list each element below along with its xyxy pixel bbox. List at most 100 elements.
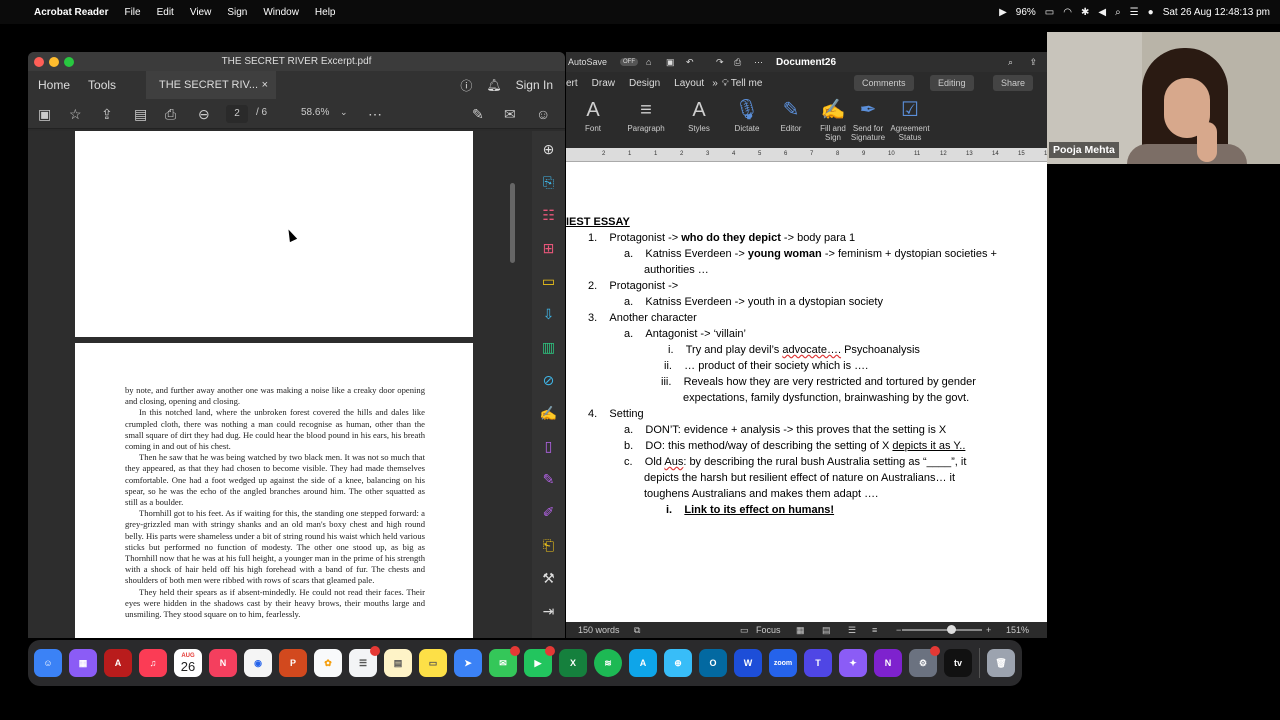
play-icon[interactable]: ▶ (999, 7, 1007, 18)
proofing-icon[interactable]: ⧉ (634, 625, 640, 636)
zoom-in-icon[interactable]: + (986, 625, 991, 635)
compress-icon[interactable]: ▥ (539, 337, 559, 357)
collapse-rail-icon[interactable]: ⇥ (539, 601, 559, 621)
share-button[interactable]: Share (993, 75, 1034, 91)
print-icon[interactable]: ⎙ (165, 106, 176, 123)
comments-button[interactable]: Comments (854, 75, 914, 91)
more-icon[interactable]: ⋯ (754, 57, 763, 68)
focus-button[interactable]: Focus (756, 625, 781, 635)
mail-icon[interactable]: ✉ (504, 106, 516, 123)
create-pdf-icon[interactable]: ⊞ (539, 238, 559, 258)
volume-icon[interactable]: ◀ (1098, 7, 1106, 18)
page-number-input[interactable]: 2 (226, 105, 248, 123)
agreement-status-button[interactable]: ☑ Agreement Status (888, 96, 932, 142)
zoom-icon[interactable]: zoom (769, 649, 797, 677)
tab-insert[interactable]: ert (566, 78, 578, 89)
star-icon[interactable]: ☆ (69, 106, 82, 123)
fill-and-sign-button[interactable]: ✍ Fill and Sign (816, 96, 850, 142)
wifi-icon[interactable]: ◠ (1063, 7, 1072, 18)
chevron-right-icon[interactable]: » (712, 78, 718, 89)
maps-icon[interactable]: ➤ (454, 649, 482, 677)
print-layout-icon[interactable]: ▦ (796, 625, 805, 636)
zoom-window-icon[interactable] (64, 57, 74, 67)
tab-home[interactable]: Home (38, 78, 70, 92)
apple-tv-icon[interactable]: tv (944, 649, 972, 677)
chevron-down-icon[interactable]: ⌄ (340, 107, 348, 118)
editing-button[interactable]: Editing (930, 75, 974, 91)
share-user-icon[interactable]: ☺ (536, 106, 550, 122)
web-layout-icon[interactable]: ▤ (822, 625, 831, 636)
upload-icon[interactable]: ⇪ (101, 106, 113, 123)
zoom-out-icon[interactable]: − (896, 625, 901, 635)
menu-window[interactable]: Window (255, 7, 307, 18)
music-icon[interactable]: ♫ (139, 649, 167, 677)
ruler[interactable]: 2112345678910111213141516 (566, 148, 1047, 162)
teams-icon[interactable]: T (804, 649, 832, 677)
outlook-icon[interactable]: O (699, 649, 727, 677)
bell-icon[interactable]: 🔔︎ (486, 78, 501, 92)
autosave-toggle[interactable]: OFF (620, 58, 638, 66)
menu-view[interactable]: View (182, 7, 220, 18)
system-settings-icon[interactable]: ⚙ (909, 646, 940, 677)
more-icon[interactable]: ⋯ (368, 106, 382, 123)
scan-icon[interactable]: ⎗ (539, 535, 559, 555)
document-page[interactable]: IEST ESSAY 1. Protagonist -> who do they… (566, 162, 1047, 622)
safari-icon[interactable]: ⊕ (664, 649, 692, 677)
app-store-icon[interactable]: A (629, 649, 657, 677)
zoom-percent[interactable]: 151% (1006, 625, 1029, 635)
search-icon[interactable]: ⌕ (1008, 57, 1013, 68)
messenger-icon[interactable]: ✦ (839, 649, 867, 677)
edit-pdf-icon[interactable]: ▯ (539, 436, 559, 456)
menu-app-name[interactable]: Acrobat Reader (26, 7, 116, 18)
stickies-icon[interactable]: ▭ (419, 649, 447, 677)
minimize-window-icon[interactable] (49, 57, 59, 67)
save-icon[interactable]: ▣ (666, 57, 675, 68)
onenote-icon[interactable]: N (874, 649, 902, 677)
font-button[interactable]: A Font (578, 96, 608, 133)
facetime-icon[interactable]: ▶ (524, 646, 555, 677)
zoom-out-icon[interactable]: ⊖ (198, 106, 210, 123)
home-icon[interactable]: ⌂ (646, 57, 651, 67)
finder-icon[interactable]: ☺ (34, 649, 62, 677)
photos-icon[interactable]: ✿ (314, 649, 342, 677)
file-icon[interactable]: ▤ (134, 106, 147, 123)
tab-layout[interactable]: Layout (674, 78, 704, 89)
menu-edit[interactable]: Edit (149, 7, 182, 18)
control-center-icon[interactable]: ☰ (1130, 7, 1139, 18)
chrome-icon[interactable]: ◉ (244, 649, 272, 677)
focus-icon[interactable]: ▭ (740, 625, 749, 636)
styles-button[interactable]: A Styles (682, 96, 716, 133)
share-icon[interactable]: ⇪ (1029, 57, 1037, 68)
search-icon[interactable]: ⌕ (1115, 7, 1121, 18)
tell-me-input[interactable]: Tell me (731, 78, 763, 89)
save-icon[interactable]: ▣ (38, 106, 51, 123)
undo-icon[interactable]: ↶ (686, 57, 694, 68)
word-count[interactable]: 150 words (578, 625, 620, 635)
zoom-slider-handle[interactable] (947, 625, 956, 634)
zoom-level-dropdown[interactable]: 58.6% (301, 107, 329, 118)
help-icon[interactable]: ⓘ (460, 77, 472, 94)
zoom-slider[interactable] (902, 629, 982, 631)
outline-icon[interactable]: ☰ (848, 625, 856, 636)
edit-sign-icon[interactable]: ✎ (472, 106, 484, 123)
editor-button[interactable]: ✎ Editor (774, 96, 808, 133)
zoom-in-icon[interactable]: ⊕ (539, 139, 559, 159)
tab-document[interactable]: THE SECRET RIV... × (146, 71, 276, 99)
menu-sign[interactable]: Sign (219, 7, 255, 18)
close-tab-icon[interactable]: × (262, 79, 268, 91)
spotify-icon[interactable]: ≋ (594, 649, 622, 677)
acrobat-icon[interactable]: A (104, 649, 132, 677)
clock[interactable]: Sat 26 Aug 12:48:13 pm (1163, 7, 1270, 18)
menu-help[interactable]: Help (307, 7, 344, 18)
dictate-button[interactable]: 🎙︎ Dictate (729, 96, 765, 133)
paragraph-button[interactable]: ≡ Paragraph (622, 96, 670, 133)
battery-icon[interactable]: ▭ (1045, 7, 1054, 18)
combine-files-icon[interactable]: ⇩ (539, 304, 559, 324)
fill-sign-icon[interactable]: ✍ (539, 403, 559, 423)
scrollbar[interactable] (510, 183, 515, 263)
redact-icon[interactable]: ⊘ (539, 370, 559, 390)
draft-icon[interactable]: ≡ (872, 625, 877, 635)
launchpad-icon[interactable]: ▦ (69, 649, 97, 677)
bluetooth-icon[interactable]: ✱ (1081, 7, 1089, 18)
menu-file[interactable]: File (116, 7, 148, 18)
